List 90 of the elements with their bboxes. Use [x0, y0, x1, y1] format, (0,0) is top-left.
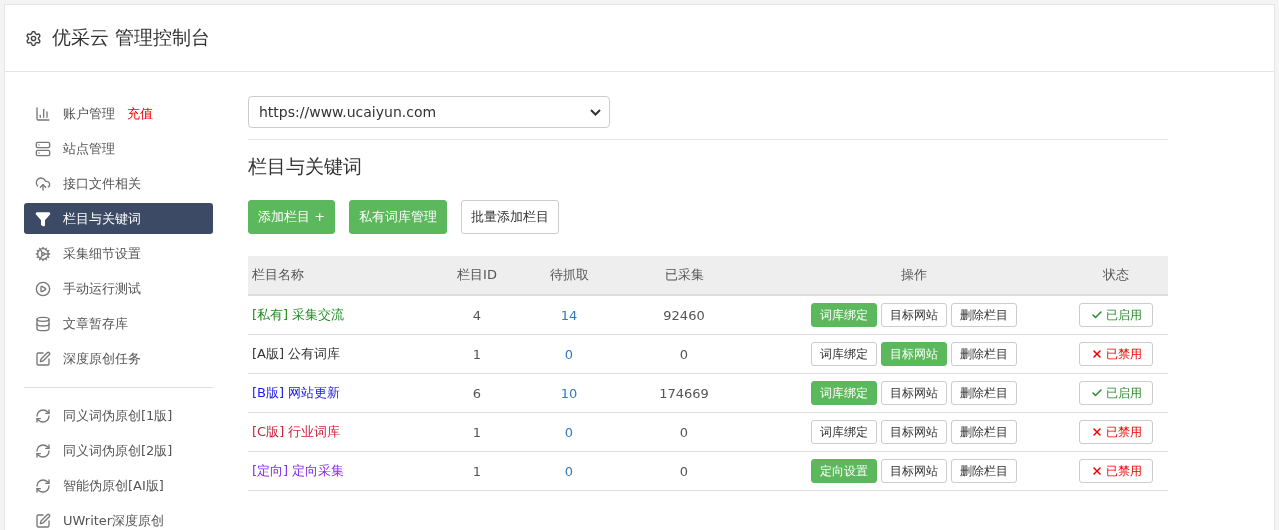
- column-name: [私有] 采集交流: [251, 306, 346, 324]
- sidebar-item[interactable]: 接口文件相关: [24, 168, 213, 199]
- table-cell-text: 1: [471, 424, 483, 440]
- action-button[interactable]: 删除栏目: [951, 459, 1017, 483]
- table-cell-text: 14: [559, 307, 579, 323]
- close-icon: [1090, 465, 1103, 477]
- action-button[interactable]: 删除栏目: [951, 381, 1017, 405]
- sidebar-item[interactable]: 采集细节设置: [24, 238, 213, 269]
- column-name: [A版] 公有词库: [251, 345, 342, 363]
- status-button[interactable]: 已启用: [1079, 381, 1153, 405]
- cloud-upload-icon: [35, 175, 51, 192]
- column-header: 状态: [1102, 266, 1130, 284]
- sidebar-item[interactable]: UWriter深度原创: [24, 505, 213, 530]
- filter-icon: [35, 210, 51, 227]
- action-button[interactable]: 删除栏目: [951, 420, 1017, 444]
- status-button[interactable]: 已禁用: [1079, 459, 1153, 483]
- database-icon: [35, 315, 51, 332]
- recharge-link[interactable]: 充值: [127, 104, 153, 123]
- sidebar-item[interactable]: 同义词伪原创[2版]: [24, 435, 213, 466]
- site-select[interactable]: https://www.ucaiyun.com: [248, 96, 610, 128]
- section-title: 栏目与关键词: [248, 154, 363, 179]
- table-cell-text: 92460: [662, 307, 706, 323]
- sidebar-item[interactable]: 栏目与关键词: [24, 203, 213, 234]
- sidebar-item[interactable]: 同义词伪原创[1版]: [24, 400, 213, 431]
- sidebar-label: 深度原创任务: [63, 349, 141, 368]
- sidebar-label: 手动运行测试: [63, 279, 141, 298]
- column-header: 已采集: [663, 266, 705, 284]
- close-icon: [1090, 348, 1103, 360]
- table-cell-text: 0: [563, 346, 575, 362]
- action-button[interactable]: 删除栏目: [951, 303, 1017, 327]
- column-name: [定向] 定向采集: [251, 462, 346, 480]
- action-button[interactable]: 词库绑定: [811, 342, 877, 366]
- table-cell-text: 1: [471, 463, 483, 479]
- table-cell-text: 0: [563, 463, 575, 479]
- action-button[interactable]: 目标网站: [881, 420, 947, 444]
- table-cell-text: 0: [678, 424, 690, 440]
- sidebar-item[interactable]: 文章暂存库: [24, 308, 213, 339]
- sidebar-label: 账户管理: [63, 104, 115, 123]
- edit-icon: [35, 512, 51, 529]
- table-cell-text: 0: [678, 463, 690, 479]
- column-name: [B版] 网站更新: [251, 384, 342, 402]
- edit-icon: [35, 350, 51, 367]
- status-button[interactable]: 已启用: [1079, 303, 1153, 327]
- sidebar-item[interactable]: 账户管理 充值: [24, 98, 213, 129]
- table-cell-text: 174669: [658, 385, 710, 401]
- table-cell-text: 4: [471, 307, 483, 323]
- close-icon: [1090, 426, 1103, 438]
- column-header: 待抓取: [548, 266, 590, 284]
- sidebar-label: 接口文件相关: [63, 174, 141, 193]
- column-header: 栏目名称: [251, 266, 305, 284]
- console-title: 优采云 管理控制台: [52, 25, 211, 50]
- sidebar-label: 站点管理: [63, 139, 115, 158]
- sidebar-label: 同义词伪原创[2版]: [63, 441, 173, 460]
- bar-chart-icon: [35, 105, 51, 122]
- column-header: 操作: [900, 266, 928, 284]
- table-cell-text: 0: [678, 346, 690, 362]
- sidebar-item[interactable]: 深度原创任务: [24, 343, 213, 374]
- sidebar-label: 文章暂存库: [63, 314, 128, 333]
- sidebar-label: 智能伪原创[AI版]: [63, 476, 164, 495]
- action-button[interactable]: 目标网站: [881, 381, 947, 405]
- server-icon: [35, 140, 51, 157]
- refresh-icon: [35, 477, 51, 494]
- action-button[interactable]: 目标网站: [881, 303, 947, 327]
- table-cell-text: 0: [563, 424, 575, 440]
- table-cell-text: 1: [471, 346, 483, 362]
- check-icon: [1090, 387, 1103, 399]
- sidebar-item[interactable]: 智能伪原创[AI版]: [24, 470, 213, 501]
- sidebar-item[interactable]: 手动运行测试: [24, 273, 213, 304]
- settings-icon: [25, 29, 42, 47]
- status-button[interactable]: 已禁用: [1079, 342, 1153, 366]
- action-button[interactable]: 删除栏目: [951, 342, 1017, 366]
- gears-icon: [35, 245, 51, 262]
- refresh-icon: [35, 407, 51, 424]
- refresh-icon: [35, 442, 51, 459]
- check-icon: [1090, 309, 1103, 321]
- action-button[interactable]: 目标网站: [881, 459, 947, 483]
- sidebar-label: 同义词伪原创[1版]: [63, 406, 173, 425]
- play-icon: [35, 280, 51, 297]
- status-button[interactable]: 已禁用: [1079, 420, 1153, 444]
- column-name: [C版] 行业词库: [251, 423, 342, 441]
- toolbar-button[interactable]: 批量添加栏目: [461, 200, 560, 234]
- action-button[interactable]: 词库绑定: [811, 420, 877, 444]
- sidebar-label: 栏目与关键词: [63, 209, 141, 228]
- table-cell-text: 6: [471, 385, 483, 401]
- chevron-down-icon: [590, 108, 601, 116]
- sidebar-label: 采集细节设置: [63, 244, 141, 263]
- sidebar-label: UWriter深度原创: [63, 511, 165, 530]
- sidebar-item[interactable]: 站点管理: [24, 133, 213, 164]
- column-header: 栏目ID: [456, 266, 498, 284]
- table-cell-text: 10: [559, 385, 579, 401]
